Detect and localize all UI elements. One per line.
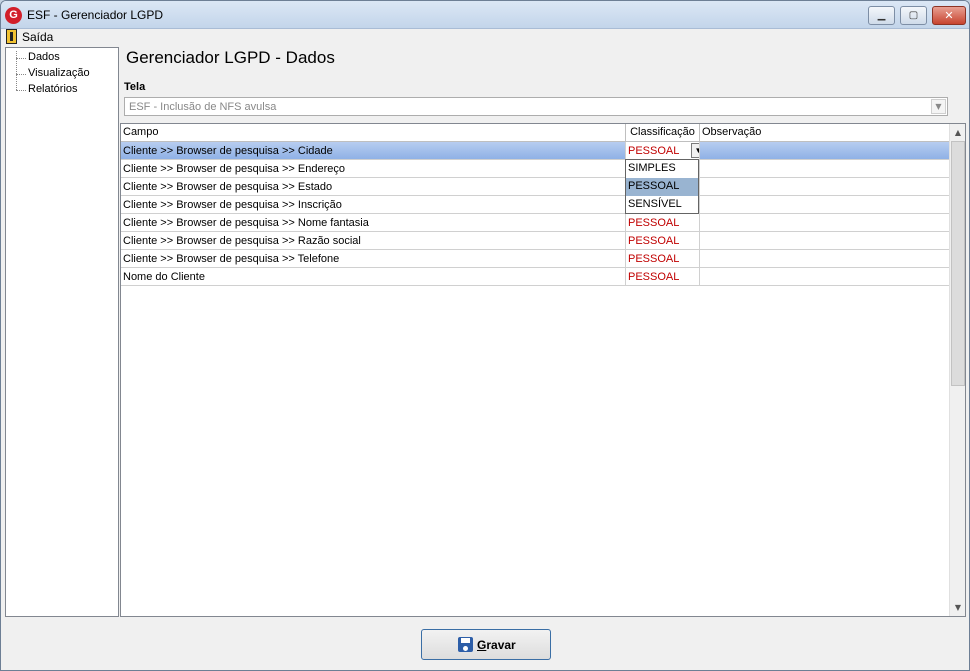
tree-connector bbox=[16, 51, 17, 90]
chevron-down-icon[interactable]: ▼ bbox=[931, 99, 946, 114]
close-button[interactable]: ✕ bbox=[932, 6, 966, 25]
cell-campo: Cliente >> Browser de pesquisa >> Inscri… bbox=[121, 196, 626, 214]
cell-observacao[interactable] bbox=[700, 214, 949, 232]
floppy-disk-icon bbox=[458, 637, 473, 652]
classification-dropdown-list: SIMPLES PESSOAL SENSÍVEL bbox=[625, 159, 699, 214]
cell-observacao[interactable] bbox=[700, 232, 949, 250]
grid-header: Campo Classificação Observação bbox=[121, 124, 949, 142]
cell-classificacao[interactable]: PESSOAL bbox=[626, 232, 700, 250]
scroll-down-icon[interactable]: ▼ bbox=[950, 599, 966, 616]
cell-observacao[interactable] bbox=[700, 178, 949, 196]
page-title: Gerenciador LGPD - Dados bbox=[126, 48, 335, 67]
cell-observacao[interactable] bbox=[700, 268, 949, 286]
table-row[interactable]: Cliente >> Browser de pesquisa >> Telefo… bbox=[121, 250, 949, 268]
tree-item-visualizacao[interactable]: Visualização bbox=[28, 67, 90, 79]
cell-campo: Cliente >> Browser de pesquisa >> Nome f… bbox=[121, 214, 626, 232]
cell-observacao[interactable] bbox=[700, 250, 949, 268]
tela-select[interactable]: ESF - Inclusão de NFS avulsa ▼ bbox=[124, 97, 948, 116]
scrollbar-thumb[interactable] bbox=[951, 141, 965, 386]
cell-campo: Cliente >> Browser de pesquisa >> Endere… bbox=[121, 160, 626, 178]
column-header-classificacao[interactable]: Classificação bbox=[626, 124, 700, 142]
grid-vertical-scrollbar[interactable]: ▲ ▼ bbox=[949, 124, 965, 616]
dropdown-option-simples[interactable]: SIMPLES bbox=[626, 160, 698, 178]
classification-combo[interactable]: PESSOAL ▼ bbox=[626, 142, 700, 160]
tree-item-dados[interactable]: Dados bbox=[28, 51, 60, 63]
cell-classificacao[interactable]: PESSOAL bbox=[626, 250, 700, 268]
save-button-label: Gravar bbox=[477, 638, 516, 652]
tela-label: Tela bbox=[124, 81, 146, 93]
app-window: G ESF - Gerenciador LGPD ▁ ▢ ✕ Saída Dad… bbox=[0, 0, 970, 671]
column-header-campo[interactable]: Campo bbox=[121, 124, 626, 142]
table-row[interactable]: Cliente >> Browser de pesquisa >> Cidade… bbox=[121, 142, 949, 160]
cell-campo: Cliente >> Browser de pesquisa >> Telefo… bbox=[121, 250, 626, 268]
maximize-button[interactable]: ▢ bbox=[900, 6, 927, 25]
table-row[interactable]: Cliente >> Browser de pesquisa >> Razão … bbox=[121, 232, 949, 250]
minimize-button[interactable]: ▁ bbox=[868, 6, 895, 25]
title-bar: G ESF - Gerenciador LGPD ▁ ▢ ✕ bbox=[1, 1, 969, 29]
cell-campo: Nome do Cliente bbox=[121, 268, 626, 286]
fields-grid: Campo Classificação Observação Cliente >… bbox=[120, 123, 966, 617]
cell-classificacao: PESSOAL bbox=[628, 145, 680, 157]
cell-campo: Cliente >> Browser de pesquisa >> Estado bbox=[121, 178, 626, 196]
save-label-mnemonic: G bbox=[477, 638, 487, 652]
app-logo-icon: G bbox=[5, 7, 22, 24]
tela-select-value: ESF - Inclusão de NFS avulsa bbox=[129, 101, 277, 113]
navigation-tree: Dados Visualização Relatórios bbox=[5, 47, 119, 617]
dropdown-arrow-icon[interactable]: ▼ bbox=[691, 143, 699, 158]
tree-item-relatorios[interactable]: Relatórios bbox=[28, 83, 78, 95]
cell-campo: Cliente >> Browser de pesquisa >> Cidade bbox=[121, 142, 626, 160]
cell-observacao[interactable] bbox=[700, 160, 949, 178]
column-header-observacao[interactable]: Observação bbox=[700, 124, 949, 142]
table-row[interactable]: Cliente >> Browser de pesquisa >> Endere… bbox=[121, 160, 949, 178]
cell-observacao[interactable] bbox=[700, 142, 949, 160]
window-title: ESF - Gerenciador LGPD bbox=[27, 8, 164, 22]
dropdown-option-sensivel[interactable]: SENSÍVEL bbox=[626, 196, 698, 214]
table-row[interactable]: Cliente >> Browser de pesquisa >> Nome f… bbox=[121, 214, 949, 232]
cell-classificacao[interactable]: PESSOAL bbox=[626, 268, 700, 286]
tree-connector bbox=[16, 90, 26, 91]
tree-connector bbox=[16, 74, 26, 75]
cell-campo: Cliente >> Browser de pesquisa >> Razão … bbox=[121, 232, 626, 250]
menu-exit[interactable]: Saída bbox=[22, 30, 53, 44]
cell-classificacao[interactable]: PESSOAL bbox=[626, 214, 700, 232]
scroll-up-icon[interactable]: ▲ bbox=[950, 124, 966, 141]
table-row[interactable]: Nome do Cliente PESSOAL bbox=[121, 268, 949, 286]
save-label-rest: ravar bbox=[486, 638, 516, 652]
table-row[interactable]: Cliente >> Browser de pesquisa >> Inscri… bbox=[121, 196, 949, 214]
menu-bar: Saída bbox=[1, 29, 969, 46]
save-button[interactable]: Gravar bbox=[421, 629, 551, 660]
exit-door-icon[interactable] bbox=[6, 29, 17, 44]
table-row[interactable]: Cliente >> Browser de pesquisa >> Estado bbox=[121, 178, 949, 196]
cell-observacao[interactable] bbox=[700, 196, 949, 214]
dropdown-option-pessoal[interactable]: PESSOAL bbox=[626, 178, 698, 196]
tree-connector bbox=[16, 58, 26, 59]
